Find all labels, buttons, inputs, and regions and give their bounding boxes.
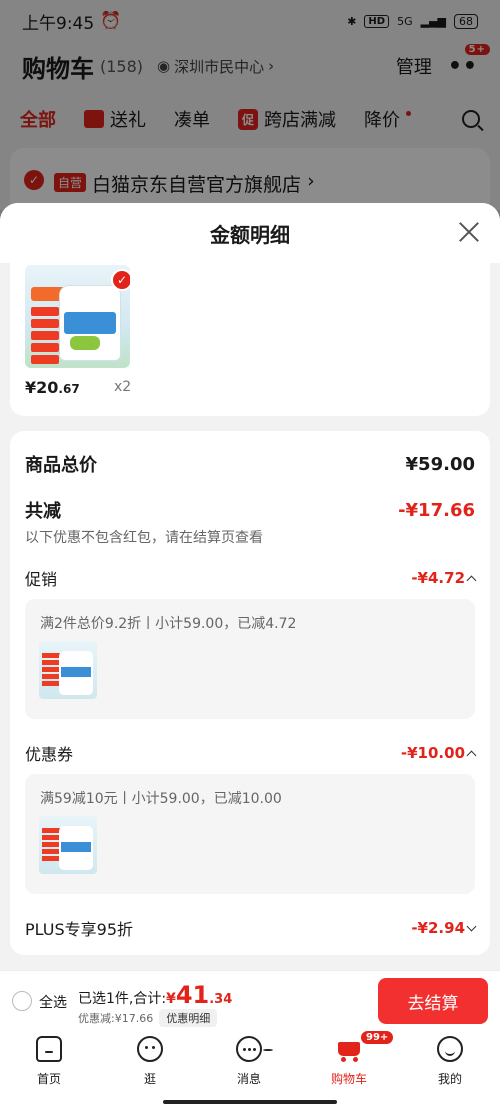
total-reduce-label: 共减 (25, 501, 61, 522)
nav-browse[interactable]: 逛 (120, 1036, 180, 1087)
cart-icon: 99+ (336, 1030, 395, 1062)
nav-cart[interactable]: 99+ 购物车 (319, 1030, 395, 1087)
checkout-button[interactable]: 去结算 (378, 978, 488, 1024)
amount-detail-sheet: 金额明细 ✓ ¥20.67 x2 商品总价 ¥59.00 共减 -¥17.66 … (0, 203, 500, 970)
dim-overlay[interactable] (0, 0, 500, 210)
coupon-label: 优惠券 (25, 745, 74, 764)
nav-home[interactable]: 首页 (19, 1036, 79, 1087)
chevron-up-icon[interactable] (466, 575, 477, 585)
total-price-value: ¥59.00 (405, 453, 475, 475)
feature-tags (31, 307, 59, 365)
promo-row[interactable]: 促销 -¥4.72 (25, 566, 477, 590)
select-all-label[interactable]: 全选 (39, 992, 67, 1012)
total-price-label: 商品总价 (25, 455, 97, 476)
close-icon[interactable] (458, 221, 480, 243)
bottom-nav: 首页 逛 5+ 消息 99+ 购物车 我的 (0, 1030, 500, 1111)
coupon-product-thumbnail (39, 816, 97, 874)
detergent-bottle (59, 285, 121, 361)
nav-messages-label: 消息 (236, 1072, 261, 1086)
promo-label: 促销 (25, 570, 58, 589)
product-price: ¥20.67 (25, 378, 80, 397)
coupon-desc: 满59减10元丨小计59.00，已减10.00 (40, 791, 282, 807)
sheet-header: 金额明细 (0, 203, 500, 263)
discount-text: 优惠减:¥17.66 (78, 1012, 154, 1025)
amount-detail-card: 商品总价 ¥59.00 共减 -¥17.66 以下优惠不包含红包，请在结算页查看… (10, 431, 490, 955)
nav-messages[interactable]: 5+ 消息 (219, 1036, 283, 1087)
promo-desc: 满2件总价9.2折丨小计59.00，已减4.72 (40, 616, 297, 632)
checkout-bar: 全选 已选1件,合计: ¥41.34 优惠减:¥17.66 优惠明细 去结算 (0, 970, 500, 1030)
price-int: 20 (36, 378, 59, 397)
promo-detail-box: 满2件总价9.2折丨小计59.00，已减4.72 (25, 599, 475, 719)
select-all-radio[interactable] (12, 991, 32, 1011)
total-int: 41 (175, 981, 210, 1009)
checkmark-icon[interactable]: ✓ (111, 269, 130, 291)
profile-icon (437, 1036, 463, 1062)
coupon-detail-box: 满59减10元丨小计59.00，已减10.00 (25, 774, 475, 894)
sheet-title: 金额明细 (210, 222, 290, 247)
total-dec: .34 (209, 992, 233, 1007)
price-dec: .67 (58, 382, 80, 396)
price-symbol: ¥ (25, 378, 37, 397)
selected-text: 已选1件,合计: (78, 991, 167, 1007)
reduce-note-row: 以下优惠不包含红包，请在结算页查看 (25, 527, 475, 547)
plus-label: PLUS专享95折 (25, 920, 133, 939)
product-card: ✓ ¥20.67 x2 (10, 263, 490, 416)
message-icon: 5+ (236, 1036, 283, 1062)
total-price-row: 商品总价 ¥59.00 (25, 451, 475, 477)
coupon-row[interactable]: 优惠券 -¥10.00 (25, 741, 477, 765)
chevron-down-icon[interactable] (466, 921, 477, 931)
promo-product-thumbnail (39, 641, 97, 699)
product-image[interactable]: ✓ (25, 265, 130, 368)
reduce-note: 以下优惠不包含红包，请在结算页查看 (25, 530, 263, 546)
chevron-up-icon[interactable] (466, 750, 477, 760)
discount-line: 优惠减:¥17.66 优惠明细 (78, 1009, 218, 1027)
home-indicator (163, 1100, 337, 1104)
browse-icon (137, 1036, 163, 1062)
selected-summary: 已选1件,合计: ¥41.34 (78, 981, 232, 1009)
nav-me[interactable]: 我的 (420, 1036, 480, 1087)
plus-amount: -¥2.94 (411, 919, 465, 937)
nav-cart-label: 购物车 (330, 1072, 367, 1086)
bottle-leaf (70, 336, 100, 350)
plus-value: -¥2.94 (411, 919, 477, 937)
coupon-amount: -¥10.00 (400, 744, 465, 762)
total-reduce-value: -¥17.66 (398, 499, 475, 521)
plus-row[interactable]: PLUS专享95折 -¥2.94 (25, 916, 477, 940)
promo-value: -¥4.72 (411, 569, 477, 587)
discount-detail-button[interactable]: 优惠明细 (159, 1009, 218, 1027)
product-quantity: x2 (114, 379, 132, 395)
messages-badge: 5+ (262, 1048, 283, 1061)
nav-me-label: 我的 (437, 1072, 462, 1086)
promo-amount: -¥4.72 (411, 569, 465, 587)
nav-browse-label: 逛 (143, 1072, 156, 1086)
home-icon (36, 1036, 62, 1062)
bottle-label (64, 312, 116, 334)
total-symbol: ¥ (166, 991, 176, 1007)
cart-badge: 99+ (360, 1030, 395, 1045)
total-reduce-row: 共减 -¥17.66 (25, 497, 475, 523)
coupon-value: -¥10.00 (400, 744, 477, 762)
nav-home-label: 首页 (36, 1072, 61, 1086)
